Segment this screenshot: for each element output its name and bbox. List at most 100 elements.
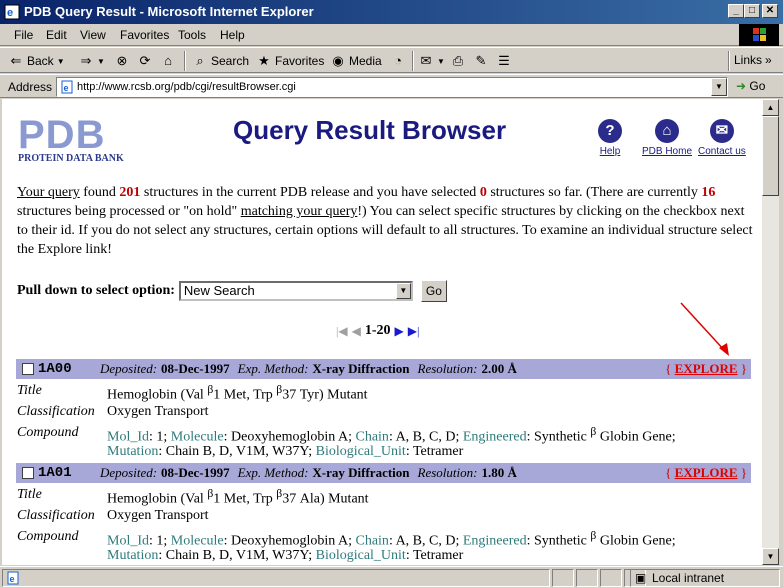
history-button[interactable]: ◔: [390, 53, 406, 69]
favorites-button[interactable]: ★ Favorites: [256, 53, 324, 69]
media-button[interactable]: ◉ Media: [330, 53, 381, 69]
refresh-button[interactable]: ⟳: [137, 53, 153, 69]
pulldown-label: Pull down to select option:: [17, 283, 175, 298]
address-go-button[interactable]: ➜ Go: [736, 79, 765, 93]
pulldown-go-button[interactable]: Go: [420, 280, 447, 302]
menu-tools[interactable]: Tools: [178, 28, 206, 42]
go-arrow-icon: ➜: [736, 79, 747, 93]
entry-header: 1A00 Deposited: 08-Dec-1997 Exp. Method: X…: [16, 359, 751, 379]
toolbar: ⇐ Back ▼ ⇒ ▼ ⊗ ⟳ ⌂ ⌕ Search ★ Favorites …: [0, 47, 783, 73]
status-text: e: [2, 569, 550, 587]
entry-checkbox[interactable]: [22, 363, 34, 375]
explore-link[interactable]: { EXPLORE }: [665, 361, 747, 377]
address-bar: Address e http://www.rcsb.org/pdb/cgi/re…: [0, 74, 783, 98]
history-icon: ◔: [394, 53, 402, 68]
favorites-icon: ★: [258, 53, 270, 68]
contact-icon: ✉: [709, 119, 734, 143]
pdb-id: 1A00: [38, 361, 72, 377]
home-icon: ⌂: [164, 53, 172, 68]
help-link[interactable]: ? Help: [598, 119, 622, 157]
zone-label: Local intranet: [652, 571, 725, 585]
menu-help[interactable]: Help: [220, 28, 245, 42]
stop-button[interactable]: ⊗: [114, 53, 130, 69]
chevron-down-icon: ▼: [97, 56, 105, 66]
page-content: PDB PROTEIN DATA BANK Query Result Brows…: [2, 99, 762, 565]
edit-button[interactable]: ✎: [473, 53, 489, 69]
entry-header: 1A01 Deposited: 08-Dec-1997 Exp. Method: X…: [16, 463, 751, 483]
annotation-arrow: [680, 302, 729, 356]
status-bar: e ▣ Local intranet: [0, 566, 783, 588]
option-select[interactable]: New Search ▼: [178, 281, 413, 301]
menu-view[interactable]: View: [80, 28, 106, 42]
page-icon: e: [61, 80, 73, 94]
address-input[interactable]: e http://www.rcsb.org/pdb/cgi/resultBrow…: [56, 77, 728, 97]
back-arrow-icon: ⇐: [10, 53, 22, 68]
compound-row: Compound Mol_Id: 1; Molecule: Deoxyhemog…: [17, 529, 676, 549]
svg-text:e: e: [7, 7, 13, 19]
menu-favorites[interactable]: Favorites: [120, 28, 169, 42]
menu-file[interactable]: File: [14, 28, 33, 42]
scroll-up-icon[interactable]: ▲: [762, 99, 779, 116]
title-bar: e PDB Query Result - Microsoft Internet …: [0, 0, 783, 24]
pdb-logo[interactable]: PDB PROTEIN DATA BANK: [18, 115, 124, 164]
mail-icon: ✉: [420, 53, 432, 68]
address-url: http://www.rcsb.org/pdb/cgi/resultBrowse…: [77, 81, 296, 93]
print-button[interactable]: ⎙: [450, 53, 466, 69]
mail-button[interactable]: ✉ ▼: [418, 53, 445, 69]
compound-row-2: Mutation: Chain B, D, V1M, W37Y; Biologi…: [107, 548, 464, 563]
home-button[interactable]: ⌂: [160, 53, 176, 69]
page-range: 1-20: [364, 323, 391, 338]
prev-page-icon: ◀: [351, 323, 361, 338]
back-button[interactable]: ⇐ Back ▼: [8, 53, 65, 69]
your-query-link[interactable]: Your query: [17, 185, 80, 200]
menu-edit[interactable]: Edit: [46, 28, 67, 42]
explore-link[interactable]: { EXPLORE }: [665, 465, 747, 481]
intro-paragraph: Your query found 201 structures in the c…: [17, 185, 753, 257]
window-title: PDB Query Result - Microsoft Internet Ex…: [24, 4, 314, 19]
pdb-id: 1A01: [38, 465, 72, 481]
discuss-icon: ☰: [498, 53, 510, 68]
contact-link[interactable]: ✉ Contact us: [698, 119, 746, 157]
ie-icon: e: [4, 4, 20, 20]
minimize-button[interactable]: _: [728, 4, 744, 18]
scroll-thumb[interactable]: [762, 116, 779, 196]
svg-text:e: e: [10, 574, 15, 584]
windows-logo: [739, 24, 779, 46]
forward-button[interactable]: ⇒ ▼: [78, 53, 105, 69]
close-button[interactable]: ✕: [762, 4, 778, 18]
media-icon: ◉: [332, 53, 344, 68]
title-row: Title Hemoglobin (Val β1 Met, Trp β37 Al…: [17, 487, 369, 507]
next-page-icon[interactable]: ▶: [395, 324, 404, 339]
pdb-home-link[interactable]: ⌂ PDB Home: [642, 119, 692, 157]
pulldown-form: Pull down to select option: New Search ▼…: [17, 280, 447, 302]
pager: |◀ ◀ 1-20 ▶ ▶|: [336, 323, 419, 339]
refresh-icon: ⟳: [139, 53, 151, 68]
chevron-down-icon: ▼: [56, 56, 65, 66]
home-icon: ⌂: [655, 119, 679, 143]
address-label: Address: [8, 80, 53, 94]
forward-arrow-icon: ⇒: [80, 53, 92, 68]
maximize-button[interactable]: □: [744, 4, 760, 18]
found-count: 201: [119, 185, 141, 200]
scroll-down-icon[interactable]: ▼: [762, 548, 779, 565]
page-title: Query Result Browser: [233, 115, 507, 145]
discuss-button[interactable]: ☰: [496, 53, 512, 69]
intranet-icon: ▣: [635, 571, 647, 585]
last-page-icon[interactable]: ▶|: [408, 324, 420, 339]
selected-count: 0: [479, 185, 487, 200]
entry-checkbox[interactable]: [22, 467, 34, 479]
search-button[interactable]: ⌕ Search: [192, 53, 249, 69]
classification-row: Classification Oxygen Transport: [17, 508, 209, 523]
svg-text:e: e: [64, 83, 69, 93]
edit-icon: ✎: [475, 53, 487, 68]
links-button[interactable]: Links »: [734, 53, 772, 67]
classification-row: Classification Oxygen Transport: [17, 404, 209, 419]
menu-bar: File Edit View Favorites Tools Help: [0, 24, 783, 46]
title-row: Title Hemoglobin (Val β1 Met, Trp β37 Ty…: [17, 383, 368, 403]
stop-icon: ⊗: [116, 53, 128, 68]
address-dropdown-button[interactable]: ▼: [711, 78, 727, 96]
compound-row: Compound Mol_Id: 1; Molecule: Deoxyhemog…: [17, 425, 676, 445]
matching-query-link[interactable]: matching your query: [241, 204, 358, 219]
vertical-scrollbar[interactable]: ▲ ▼: [762, 99, 779, 565]
double-chevron-icon: »: [765, 53, 772, 67]
